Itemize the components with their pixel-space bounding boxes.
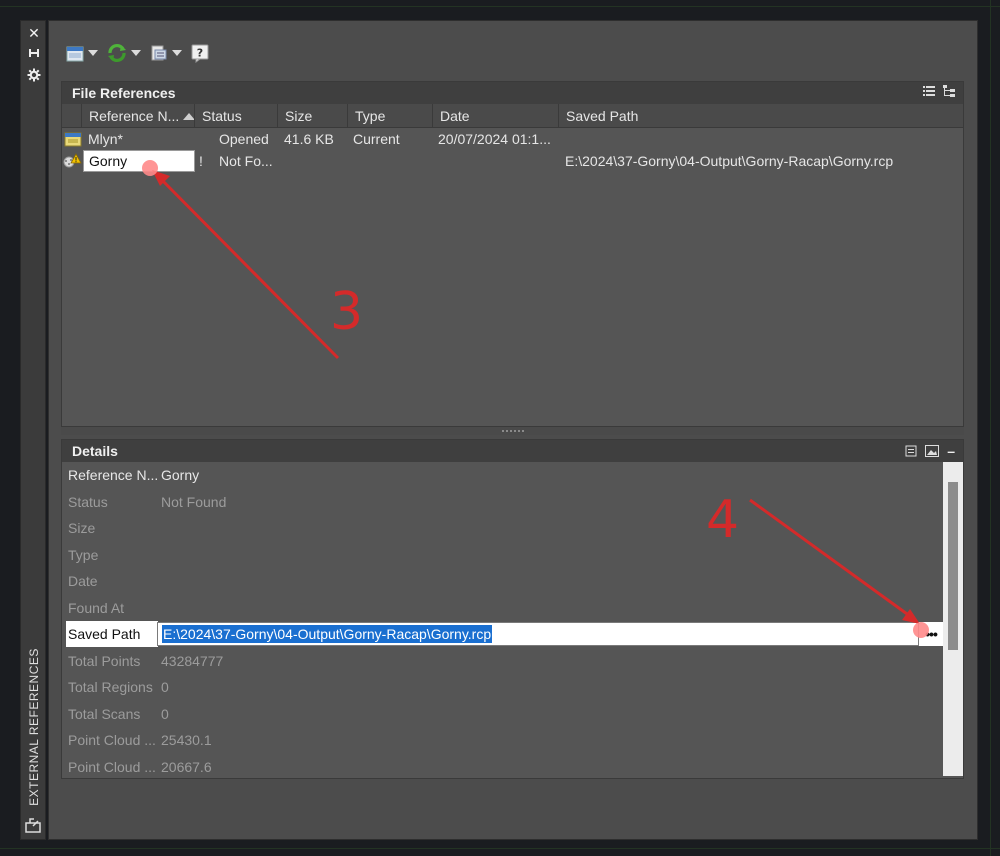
details-view-icon[interactable]: [905, 445, 917, 457]
section-splitter[interactable]: [61, 427, 964, 435]
point-cloud-missing-icon: [62, 150, 82, 172]
table-row[interactable]: Gorny ! Not Fo... E:\2024\37-Gorny\04-Ou…: [62, 150, 963, 172]
details-grid: Reference N... Gorny Status Not Found Size…: [62, 462, 943, 776]
sort-ascending-icon: [183, 112, 194, 120]
status: Opened: [219, 131, 269, 147]
refresh-icon: [108, 44, 126, 62]
icon-column-header: [62, 104, 82, 128]
detail-row: Total Scans 0: [68, 705, 169, 722]
saved-path: [565, 128, 963, 150]
chevron-down-icon[interactable]: [88, 50, 98, 56]
detail-row: Total Points 43284777: [68, 652, 224, 669]
detail-row: Date: [68, 573, 98, 589]
size: [284, 150, 348, 172]
bg-grid-line: [990, 0, 991, 856]
tree-view-icon[interactable]: [943, 85, 955, 97]
saved-path-input[interactable]: E:\2024\37-Gorny\04-Output\Gorny-Racap\G…: [157, 622, 919, 646]
column-header-saved-path[interactable]: Saved Path: [559, 104, 963, 128]
bg-grid-line: [0, 6, 1000, 7]
file-references-header: File References: [62, 82, 963, 104]
bg-grid-line: [0, 848, 1000, 849]
file-references-table-header: Reference N... Status Size Type Date Sav…: [62, 104, 963, 128]
help-button[interactable]: ?: [188, 41, 212, 65]
column-header-date[interactable]: Date: [433, 104, 559, 128]
svg-text:?: ?: [197, 47, 203, 60]
chevron-down-icon[interactable]: [172, 50, 182, 56]
detail-row: Status Not Found: [68, 493, 227, 510]
details-section: Details – Reference N... Gorny Status Not …: [61, 439, 964, 779]
saved-path: E:\2024\37-Gorny\04-Output\Gorny-Racap\G…: [565, 153, 894, 169]
chevron-down-icon[interactable]: [131, 50, 141, 56]
refresh-button[interactable]: [104, 41, 143, 65]
status: Not Fo...: [219, 153, 273, 169]
scrollbar-thumb[interactable]: [948, 482, 958, 650]
table-row[interactable]: Mlyn* Opened 41.6 KB Current 20/07/2024 …: [62, 128, 963, 150]
detail-row: Type: [68, 546, 99, 563]
size: 41.6 KB: [284, 131, 334, 147]
column-header-size[interactable]: Size: [278, 104, 348, 128]
toolbar: ?: [63, 41, 212, 65]
detail-row: Point Cloud ... 25430.1: [68, 732, 212, 748]
type: Current: [353, 131, 400, 147]
type: [353, 150, 433, 172]
reference-name: Mlyn*: [88, 131, 124, 147]
browse-button[interactable]: •••: [919, 622, 943, 646]
attach-dwg-button[interactable]: [63, 41, 100, 65]
column-header-type[interactable]: Type: [348, 104, 433, 128]
palette-title-strip: ✕ EXTERNAL REFERENCES: [20, 20, 46, 840]
detail-row: Reference N... Gorny: [68, 467, 200, 483]
properties-icon[interactable]: [21, 65, 47, 85]
detail-row: Point Cloud ... 20667.6: [68, 758, 212, 775]
collapse-button[interactable]: –: [947, 443, 955, 459]
help-icon: ?: [191, 44, 209, 63]
reference-name-edit-field[interactable]: Gorny: [83, 150, 195, 172]
close-icon[interactable]: ✕: [21, 23, 47, 43]
palette-menu-icon[interactable]: [25, 817, 43, 833]
attach-dwg-icon: [66, 46, 84, 62]
detail-row: Size: [68, 520, 96, 536]
detail-row-saved-path: Saved Path E:\2024\37-Gorny\04-Output\Go…: [62, 621, 943, 648]
date: [438, 150, 559, 172]
warning-flag: !: [199, 153, 203, 169]
column-header-reference-name[interactable]: Reference N...: [82, 104, 195, 128]
change-path-icon: [151, 45, 167, 61]
list-view-icon[interactable]: [923, 85, 935, 97]
detail-row: Total Regions 0: [68, 679, 169, 695]
details-header: Details –: [62, 440, 963, 462]
annotation-label-3: 3: [330, 282, 364, 342]
splitter-grip-icon: [501, 430, 524, 432]
change-path-button[interactable]: [147, 41, 184, 65]
details-scrollbar[interactable]: [943, 462, 963, 776]
palette-title: EXTERNAL REFERENCES: [27, 648, 41, 806]
annotation-label-4: 4: [706, 490, 740, 550]
column-header-status[interactable]: Status: [195, 104, 278, 128]
dwg-file-icon: [64, 128, 82, 150]
date: 20/07/2024 01:1...: [438, 131, 551, 147]
external-references-palette: ? File References Reference N... Status …: [48, 20, 978, 840]
preview-icon[interactable]: [925, 445, 940, 457]
section-title: Details: [72, 443, 118, 459]
detail-row: Found At: [68, 599, 125, 616]
section-title: File References: [72, 85, 176, 101]
auto-hide-icon[interactable]: [21, 43, 47, 63]
file-references-section: File References Reference N... Status Si…: [61, 81, 964, 427]
